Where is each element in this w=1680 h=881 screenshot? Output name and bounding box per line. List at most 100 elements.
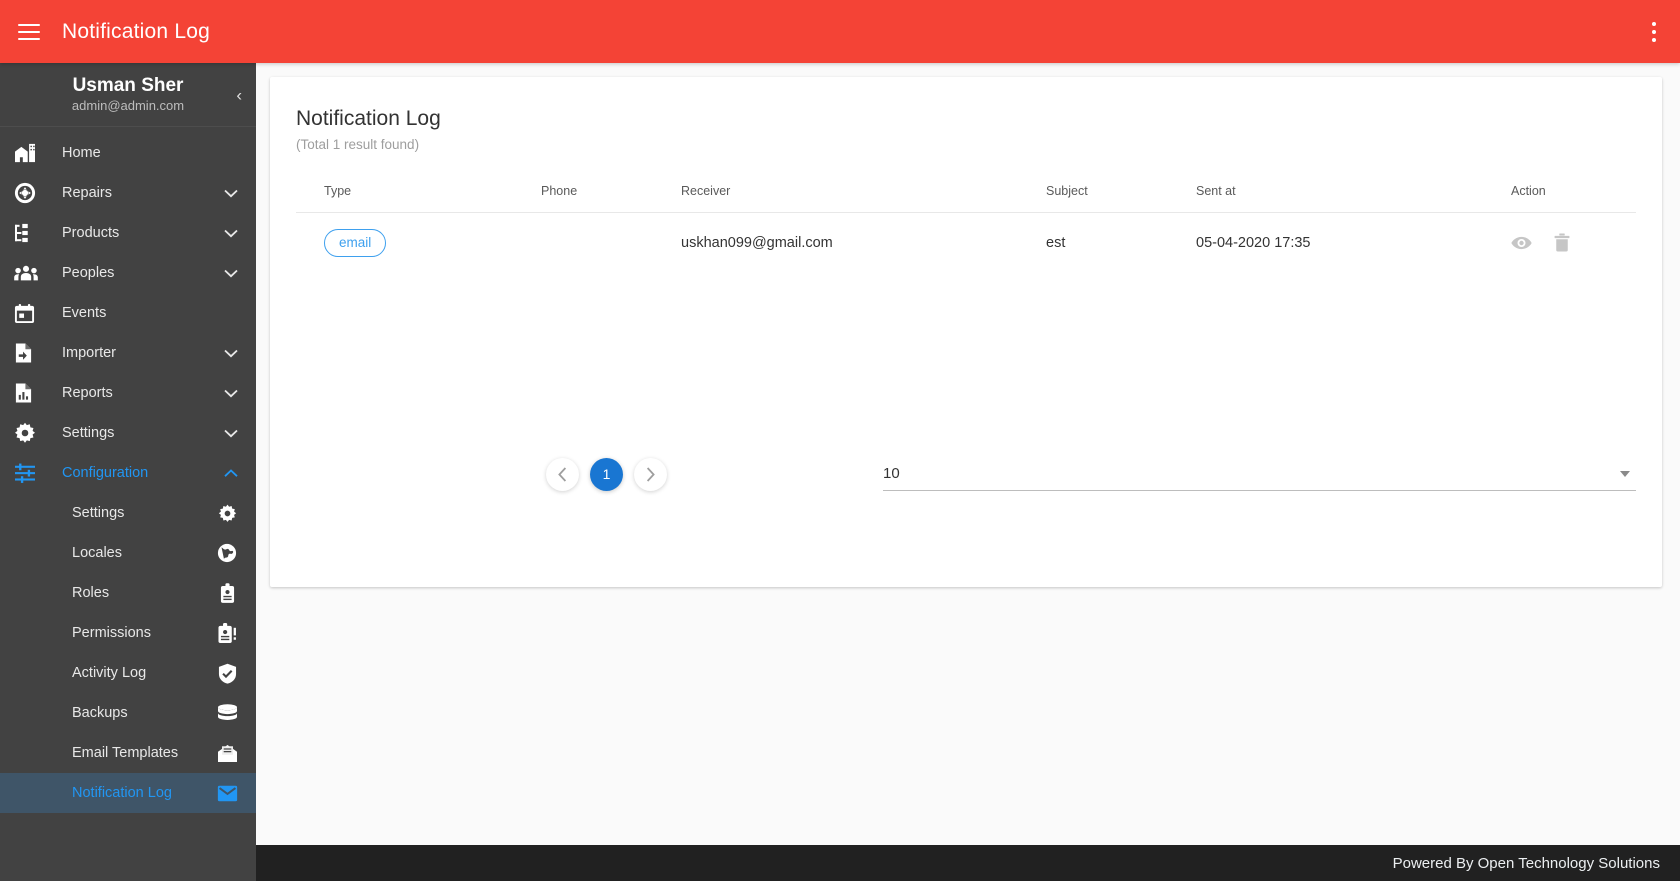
- sidebar-subitem-settings[interactable]: Settings: [0, 493, 256, 533]
- page-number-1[interactable]: 1: [590, 457, 623, 491]
- sidebar-item-peoples[interactable]: Peoples: [0, 253, 256, 293]
- sidebar-item-label: Peoples: [62, 265, 115, 281]
- sidebar-item-configuration[interactable]: Configuration: [0, 453, 256, 493]
- id-badge-icon: [216, 582, 238, 604]
- sidebar-subitem-permissions[interactable]: Permissions: [0, 613, 256, 653]
- sidebar-item-home[interactable]: Home: [0, 133, 256, 173]
- cell-receiver: uskhan099@gmail.com: [681, 234, 833, 251]
- sidebar-subitem-email-templates[interactable]: Email Templates: [0, 733, 256, 773]
- top-app-bar: Notification Log: [0, 0, 1680, 63]
- mail-open-icon: [216, 744, 238, 763]
- sidebar-item-label: Importer: [62, 345, 116, 361]
- sidebar-item-products[interactable]: Products: [0, 213, 256, 253]
- sidebar-subitem-label: Notification Log: [72, 785, 172, 801]
- profile-block: Usman Sher admin@admin.com ‹: [0, 63, 256, 127]
- table-header-row: Type Phone Receiver Subject Sent at Acti…: [296, 184, 1636, 213]
- shield-check-icon: [216, 663, 238, 684]
- column-header-receiver: Receiver: [681, 184, 1046, 213]
- sidebar-nav: Home Repairs Products Peoples Events Imp…: [0, 127, 256, 813]
- type-badge[interactable]: email: [324, 229, 387, 257]
- sidebar-item-settings[interactable]: Settings: [0, 413, 256, 453]
- sidebar-item-repairs[interactable]: Repairs: [0, 173, 256, 213]
- gear-icon: [14, 422, 44, 444]
- cell-type: email: [296, 213, 541, 273]
- id-badge-alert-icon: [216, 622, 238, 644]
- sidebar-item-events[interactable]: Events: [0, 293, 256, 333]
- more-vertical-icon[interactable]: [1648, 18, 1660, 46]
- chevron-down-icon: [1620, 470, 1630, 477]
- sidebar-item-label: Reports: [62, 385, 113, 401]
- file-import-icon: [14, 342, 44, 364]
- chevron-up-icon[interactable]: [224, 468, 238, 478]
- sidebar-item-label: Repairs: [62, 185, 112, 201]
- sidebar-subitem-backups[interactable]: Backups: [0, 693, 256, 733]
- sidebar-item-label: Configuration: [62, 465, 149, 481]
- page-title: Notification Log: [62, 19, 210, 43]
- sidebar-subitem-notification-log[interactable]: Notification Log: [0, 773, 256, 813]
- envelope-icon: [216, 785, 238, 802]
- people-icon: [14, 264, 44, 282]
- chevron-down-icon[interactable]: [224, 229, 238, 238]
- gear-icon: [216, 504, 238, 523]
- card-title: Notification Log: [296, 107, 441, 130]
- column-header-sent-at: Sent at: [1196, 184, 1491, 213]
- app-root: Notification Log Usman Sher admin@admin.…: [0, 0, 1680, 881]
- chevron-down-icon[interactable]: [224, 429, 238, 438]
- chevron-down-icon[interactable]: [224, 389, 238, 398]
- per-page-select[interactable]: 10: [883, 457, 1636, 491]
- lifebuoy-icon: [14, 182, 44, 204]
- sliders-icon: [14, 463, 44, 483]
- sidebar-subitem-label: Backups: [72, 705, 128, 721]
- hamburger-icon[interactable]: [18, 23, 40, 40]
- pagination: 1: [546, 457, 667, 491]
- column-header-subject: Subject: [1046, 184, 1196, 213]
- prev-page-button[interactable]: [546, 457, 579, 491]
- chevron-down-icon[interactable]: [224, 189, 238, 198]
- sitemap-icon: [14, 223, 44, 243]
- main-content: Notification Log (Total 1 result found) …: [256, 63, 1680, 881]
- sidebar-subitem-roles[interactable]: Roles: [0, 573, 256, 613]
- sidebar-subitem-label: Permissions: [72, 625, 151, 641]
- notification-table: Type Phone Receiver Subject Sent at Acti…: [296, 184, 1636, 273]
- pagination-row: 1 10: [296, 457, 1636, 491]
- cell-actions: [1491, 213, 1636, 273]
- cell-phone: [541, 213, 681, 273]
- profile-name: Usman Sher: [72, 75, 184, 96]
- sidebar-subitem-activity-log[interactable]: Activity Log: [0, 653, 256, 693]
- globe-icon: [216, 543, 238, 563]
- sidebar: Usman Sher admin@admin.com ‹ Home Repair…: [0, 63, 256, 881]
- sidebar-subitem-label: Activity Log: [72, 665, 147, 681]
- column-header-action: Action: [1491, 184, 1636, 213]
- sidebar-item-label: Products: [62, 225, 120, 241]
- trash-icon[interactable]: [1554, 233, 1570, 252]
- chevron-down-icon[interactable]: [224, 349, 238, 358]
- sidebar-subitem-label: Locales: [72, 545, 122, 561]
- column-header-type: Type: [296, 184, 541, 213]
- footer: Powered By Open Technology Solutions: [256, 845, 1680, 881]
- profile-email: admin@admin.com: [71, 98, 185, 113]
- database-icon: [216, 703, 238, 723]
- sidebar-item-reports[interactable]: Reports: [0, 373, 256, 413]
- chart-file-icon: [14, 382, 44, 404]
- result-count: (Total 1 result found): [296, 137, 420, 152]
- column-header-phone: Phone: [541, 184, 681, 213]
- per-page-value: 10: [883, 465, 900, 482]
- sidebar-item-label: Home: [62, 145, 101, 161]
- sidebar-collapse-icon[interactable]: ‹: [236, 86, 242, 103]
- eye-icon[interactable]: [1511, 236, 1532, 250]
- sidebar-subitem-label: Email Templates: [72, 745, 179, 761]
- sidebar-subitem-label: Settings: [72, 505, 125, 521]
- sidebar-subitem-locales[interactable]: Locales: [0, 533, 256, 573]
- chevron-down-icon[interactable]: [224, 269, 238, 278]
- cell-sent-at: 05-04-2020 17:35: [1196, 234, 1311, 251]
- cell-subject: est: [1046, 234, 1066, 251]
- sidebar-subitem-label: Roles: [72, 585, 110, 601]
- table-row: email uskhan099@gmail.com est 05-04-2020…: [296, 213, 1636, 273]
- sidebar-item-importer[interactable]: Importer: [0, 333, 256, 373]
- home-icon: [14, 143, 44, 163]
- footer-text: Powered By Open Technology Solutions: [1392, 854, 1660, 872]
- notification-log-card: Notification Log (Total 1 result found) …: [270, 77, 1662, 587]
- next-page-button[interactable]: [634, 457, 667, 491]
- sidebar-item-label: Settings: [62, 425, 115, 441]
- sidebar-item-label: Events: [62, 305, 107, 321]
